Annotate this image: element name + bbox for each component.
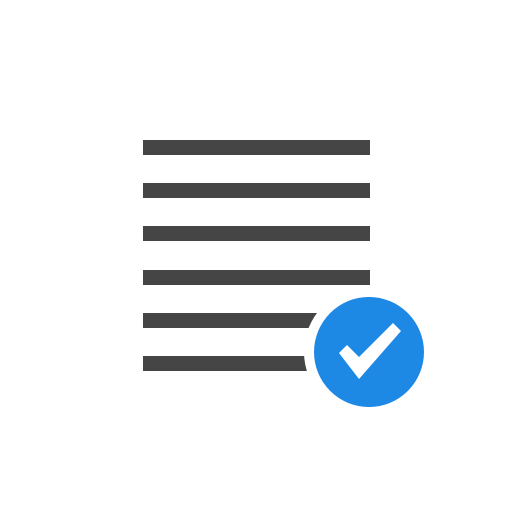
text-line: [143, 226, 370, 241]
text-line: [143, 183, 370, 198]
icon-canvas: [0, 0, 512, 512]
document-lines-with-checkmark-icon: [143, 140, 434, 417]
text-line: [143, 270, 370, 285]
text-line: [143, 140, 370, 155]
check-badge: [304, 287, 434, 417]
